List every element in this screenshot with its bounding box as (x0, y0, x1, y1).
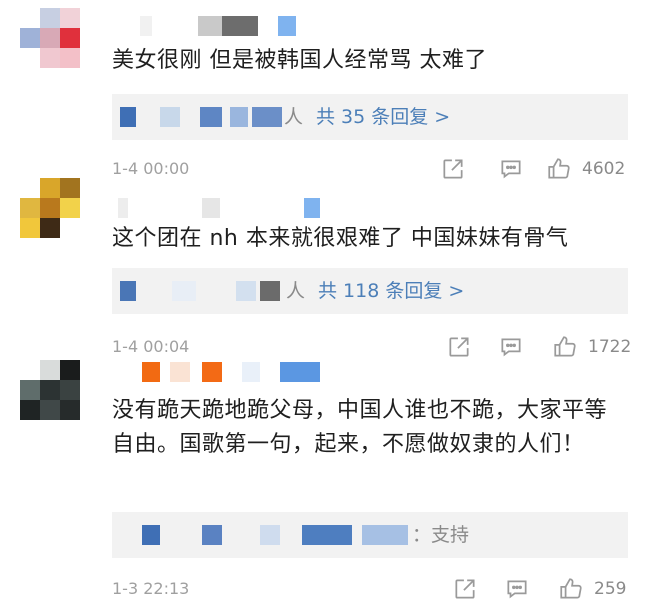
reply-author-suffix: 人 (284, 106, 304, 128)
comment-icon[interactable] (498, 334, 524, 360)
timestamp: 1-4 00:04 (112, 337, 190, 356)
like-count: 259 (594, 579, 627, 599)
timestamp: 1-4 00:00 (112, 159, 190, 178)
like-count: 4602 (582, 159, 626, 179)
comment-icon[interactable] (498, 156, 524, 182)
avatar[interactable] (20, 178, 80, 238)
share-icon[interactable] (440, 156, 466, 182)
share-icon[interactable] (446, 334, 472, 360)
reply-author-suffix: 人 (286, 280, 306, 302)
comment-text: 美女很刚 但是被韩国人经常骂 太难了 (112, 48, 487, 73)
comment-text: 这个团在 nh 本来就很艰难了 中国妹妹有骨气 (112, 226, 569, 251)
comment-meta: 1-3 22:13 259 (112, 576, 632, 606)
share-icon[interactable] (452, 576, 478, 602)
avatar[interactable] (20, 8, 80, 68)
comment-icon[interactable] (504, 576, 530, 602)
reply-preview[interactable]: 人 共 118 条回复 > (112, 268, 628, 314)
thumbs-up-icon[interactable] (558, 576, 584, 602)
comment-meta: 1-4 00:04 1722 (112, 334, 632, 364)
like-count: 1722 (588, 337, 632, 357)
thumbs-up-icon[interactable] (552, 334, 578, 360)
comment-meta: 1-4 00:00 4602 (112, 156, 632, 186)
thumbs-up-icon[interactable] (546, 156, 572, 182)
reply-preview[interactable]: ：支持 (112, 512, 628, 558)
view-replies-link[interactable]: 共 118 条回复 > (318, 276, 464, 306)
comment-text: 没有跪天跪地跪父母，中国人谁也不跪，大家平等自由。国歌第一句，起来，不愿做奴隶的… (112, 398, 608, 457)
timestamp: 1-3 22:13 (112, 579, 190, 598)
view-replies-link[interactable]: 共 35 条回复 > (316, 102, 450, 132)
reply-preview[interactable]: 人 共 35 条回复 > (112, 94, 628, 140)
reply-text: ：支持 (412, 524, 470, 546)
avatar[interactable] (20, 360, 80, 420)
